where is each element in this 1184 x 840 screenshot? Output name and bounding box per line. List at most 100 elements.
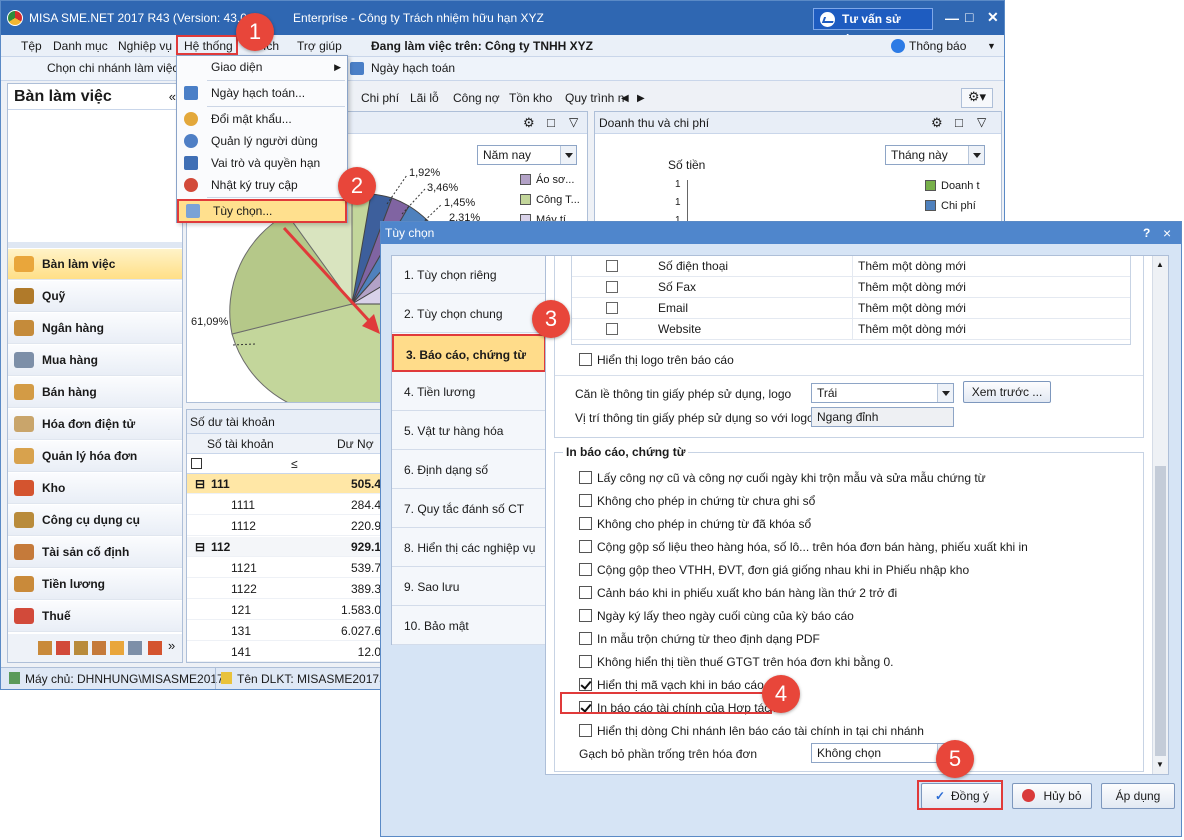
- chevron-down-icon: [937, 384, 953, 402]
- info-row: Số Fax Thêm một dòng mới: [572, 277, 1130, 298]
- column-divider: [852, 256, 853, 277]
- highlight-cooperative-option: [560, 692, 772, 714]
- checkbox-box: [579, 563, 592, 576]
- checkbox-box: [579, 494, 592, 507]
- checkbox-box: [579, 353, 592, 366]
- info-name: Email: [658, 301, 689, 315]
- license-position-label: Vị trí thông tin giấy phép sử dụng so vớ…: [575, 411, 814, 425]
- logo-align-select[interactable]: Trái: [811, 383, 954, 403]
- apply-button[interactable]: Áp dụng: [1101, 783, 1175, 809]
- checkbox-label: Hiển thị logo trên báo cáo: [597, 353, 734, 367]
- column-divider: [852, 319, 853, 340]
- cancel-button[interactable]: Hủy bỏ: [1012, 783, 1092, 809]
- tab-reports-vouchers[interactable]: 3. Báo cáo, chứng từ: [392, 334, 546, 372]
- cancel-label: Hủy bỏ: [1043, 789, 1082, 803]
- print-option-checkbox[interactable]: Ngày ký lấy theo ngày cuối cùng của kỳ b…: [579, 609, 854, 627]
- step-callout-1: 1: [236, 13, 274, 51]
- tab-display-operations[interactable]: 8. Hiển thị các nghiệp vụ: [392, 529, 546, 567]
- license-position-value: Ngang đỉnh: [817, 410, 879, 424]
- print-option-checkbox[interactable]: Không hiển thị tiền thuế GTGT trên hóa đ…: [579, 655, 894, 673]
- info-row: Website Thêm một dòng mới: [572, 319, 1130, 340]
- tab-materials[interactable]: 5. Vật tư hàng hóa: [392, 412, 546, 450]
- checkbox-label: Cảnh báo khi in phiếu xuất kho bán hàng …: [597, 586, 898, 600]
- highlight-ok-button: [917, 780, 1003, 810]
- info-action[interactable]: Thêm một dòng mới: [858, 322, 966, 336]
- print-option-checkbox[interactable]: Không cho phép in chứng từ chưa ghi sổ: [579, 494, 815, 512]
- checkbox-label: Ngày ký lấy theo ngày cuối cùng của kỳ b…: [597, 609, 854, 623]
- scroll-down-icon[interactable]: ▼: [1156, 760, 1164, 769]
- print-option-checkbox[interactable]: Hiển thị dòng Chi nhánh lên báo cáo tài …: [579, 724, 924, 742]
- checkbox-label: Lấy công nợ cũ và công nợ cuối ngày khi …: [597, 471, 986, 485]
- row-checkbox[interactable]: [606, 260, 618, 272]
- row-checkbox[interactable]: [606, 323, 618, 335]
- preview-button[interactable]: Xem trước ...: [963, 381, 1051, 403]
- checkbox-box: [579, 632, 592, 645]
- row-checkbox[interactable]: [606, 281, 618, 293]
- column-divider: [852, 277, 853, 298]
- tab-number-format[interactable]: 6. Định dạng số: [392, 451, 546, 489]
- logo-align-label: Căn lề thông tin giấy phép sử dụng, logo: [575, 387, 792, 401]
- tab-numbering-rules[interactable]: 7. Quy tắc đánh số CT: [392, 490, 546, 528]
- print-option-checkbox[interactable]: Cảnh báo khi in phiếu xuất kho bán hàng …: [579, 586, 897, 604]
- checkbox-box: [579, 540, 592, 553]
- step-callout-4: 4: [762, 675, 800, 713]
- step-callout-5: 5: [936, 740, 974, 778]
- print-group-title: In báo cáo, chứng từ: [563, 445, 689, 459]
- tab-security[interactable]: 10. Bảo mật: [392, 607, 546, 645]
- content-scrollbar[interactable]: ▲ ▼: [1152, 256, 1168, 774]
- strike-value: Không chọn: [817, 746, 882, 760]
- options-dialog: Tùy chọn ? × 1. Tùy chọn riêng 2. Tùy ch…: [380, 221, 1182, 837]
- dialog-title: Tùy chọn: [385, 226, 435, 240]
- info-name: Số điện thoại: [658, 259, 729, 273]
- checkbox-box: [579, 517, 592, 530]
- print-option-checkbox[interactable]: Lấy công nợ cũ và công nợ cuối ngày khi …: [579, 471, 986, 489]
- tab-backup[interactable]: 9. Sao lưu: [392, 568, 546, 606]
- divider: [555, 375, 1143, 376]
- tab-personal-options[interactable]: 1. Tùy chọn riêng: [392, 256, 546, 294]
- print-option-checkbox[interactable]: In mẫu trộn chứng từ theo định dạng PDF: [579, 632, 820, 650]
- strike-label: Gạch bỏ phần trống trên hóa đơn: [579, 747, 757, 761]
- step-callout-3: 3: [532, 300, 570, 338]
- show-logo-checkbox[interactable]: Hiển thị logo trên báo cáo: [579, 353, 734, 371]
- strike-select[interactable]: Không chọn: [811, 743, 954, 763]
- checkbox-label: In mẫu trộn chứng từ theo định dạng PDF: [597, 632, 820, 646]
- info-action[interactable]: Thêm một dòng mới: [858, 259, 966, 273]
- print-option-checkbox[interactable]: Không cho phép in chứng từ đã khóa sổ: [579, 517, 811, 535]
- tab-general-options[interactable]: 2. Tùy chọn chung: [392, 295, 546, 333]
- checkbox-label: Hiển thị dòng Chi nhánh lên báo cáo tài …: [597, 724, 924, 738]
- column-divider: [852, 298, 853, 319]
- checkbox-label: Cộng gộp số liệu theo hàng hóa, số lô...…: [597, 540, 1028, 554]
- info-row: Email Thêm một dòng mới: [572, 298, 1130, 319]
- help-icon[interactable]: ?: [1143, 222, 1150, 244]
- checkbox-label: Không cho phép in chứng từ chưa ghi sổ: [597, 494, 816, 508]
- checkbox-label: Cộng gộp theo VTHH, ĐVT, đơn giá giống n…: [597, 563, 970, 577]
- logo-align-value: Trái: [817, 386, 838, 400]
- cancel-icon: [1022, 789, 1036, 802]
- checkbox-box: [579, 471, 592, 484]
- checkbox-box: [579, 724, 592, 737]
- license-position-field: Ngang đỉnh: [811, 407, 954, 427]
- checkbox-label: Không cho phép in chứng từ đã khóa sổ: [597, 517, 812, 531]
- checkbox-box: [579, 655, 592, 668]
- step-callout-2: 2: [338, 167, 376, 205]
- print-options-group: In báo cáo, chứng từ Lấy công nợ cũ và c…: [554, 445, 1144, 772]
- scroll-up-icon[interactable]: ▲: [1156, 260, 1164, 269]
- info-row: Số điện thoại Thêm một dòng mới: [572, 256, 1130, 277]
- tab-payroll[interactable]: 4. Tiền lương: [392, 373, 546, 411]
- info-name: Số Fax: [658, 280, 697, 294]
- company-info-group: Số điện thoại Thêm một dòng mới Số Fax Thêm…: [554, 256, 1144, 438]
- checkbox-label: Không hiển thị tiền thuế GTGT trên hóa đ…: [597, 655, 894, 669]
- info-name: Website: [658, 322, 702, 336]
- info-action[interactable]: Thêm một dòng mới: [858, 280, 966, 294]
- scroll-thumb[interactable]: [1155, 466, 1166, 756]
- info-action[interactable]: Thêm một dòng mới: [858, 301, 966, 315]
- checkbox-box: [579, 678, 592, 691]
- dialog-title-bar: Tùy chọn ? ×: [381, 222, 1181, 244]
- row-checkbox[interactable]: [606, 302, 618, 314]
- checkbox-box: [579, 609, 592, 622]
- info-table: Số điện thoại Thêm một dòng mới Số Fax Thêm…: [571, 256, 1131, 345]
- print-option-checkbox[interactable]: Cộng gộp số liệu theo hàng hóa, số lô...…: [579, 540, 1028, 558]
- dialog-close-icon[interactable]: ×: [1163, 222, 1171, 244]
- print-option-checkbox[interactable]: Cộng gộp theo VTHH, ĐVT, đơn giá giống n…: [579, 563, 969, 581]
- options-tab-list: 1. Tùy chọn riêng 2. Tùy chọn chung 3. B…: [391, 255, 547, 645]
